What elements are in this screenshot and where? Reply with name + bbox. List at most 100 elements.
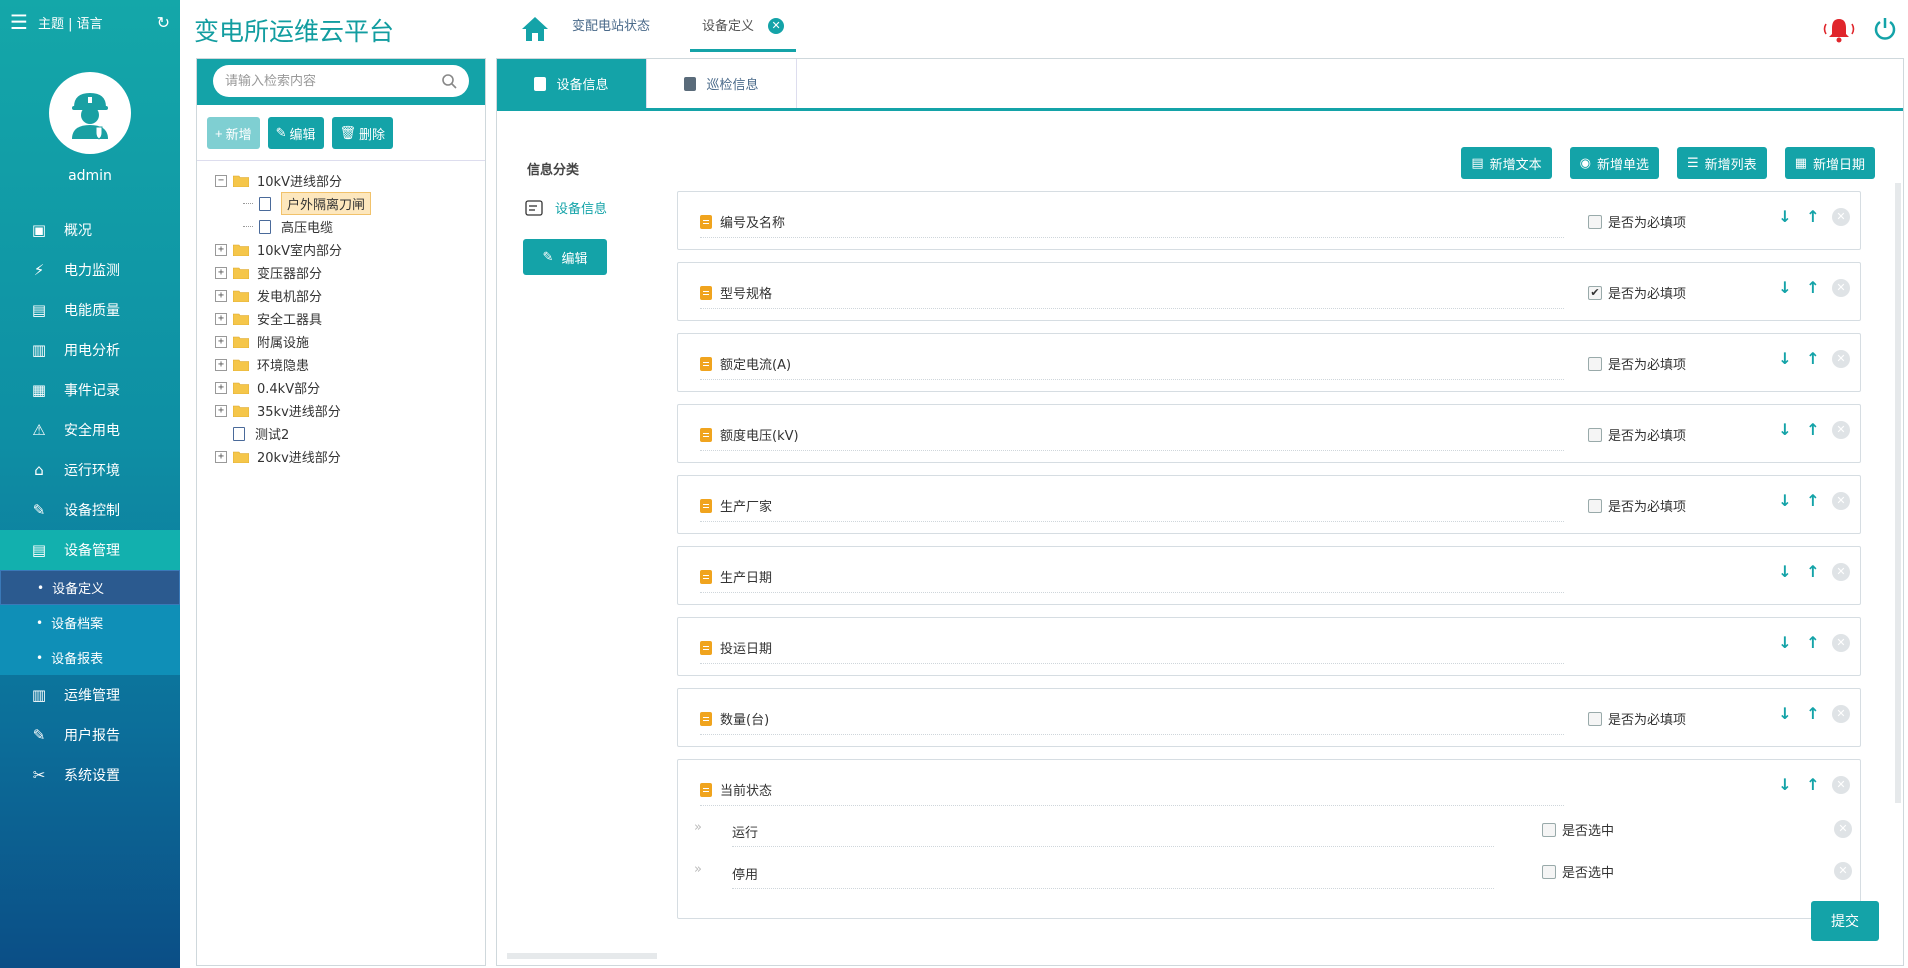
submit-button[interactable]: 提交 — [1811, 901, 1879, 941]
tree-node[interactable]: 户外隔离刀闸 — [215, 192, 485, 215]
required-checkbox-group[interactable]: 是否为必填项 — [1587, 212, 1686, 231]
move-up-icon[interactable]: ↑ — [1804, 208, 1822, 226]
expand-icon[interactable]: + — [215, 312, 227, 325]
remove-field-icon[interactable]: ✕ — [1832, 208, 1850, 226]
add-node-button[interactable]: + 新增 — [207, 117, 260, 149]
remove-field-icon[interactable]: ✕ — [1832, 492, 1850, 510]
selected-checkbox[interactable] — [1541, 864, 1556, 879]
remove-field-icon[interactable]: ✕ — [1832, 350, 1850, 368]
remove-field-icon[interactable]: ✕ — [1832, 634, 1850, 652]
collapse-icon[interactable]: − — [215, 174, 227, 187]
power-icon[interactable] — [1872, 16, 1898, 42]
edit-node-button[interactable]: ✎ 编辑 — [267, 117, 324, 149]
theme-language-switch[interactable]: 主题 | 语言 — [38, 13, 157, 32]
move-up-icon[interactable]: ↑ — [1804, 350, 1822, 368]
tree-node[interactable]: + 附属设施 — [215, 330, 485, 353]
edit-category-button[interactable]: ✎ 编辑 — [523, 239, 607, 275]
avatar[interactable] — [49, 72, 131, 154]
search-icon[interactable] — [441, 73, 457, 89]
sidebar-item-device-management[interactable]: ▤ 设备管理 — [0, 530, 180, 570]
add-text-button[interactable]: ▤ 新增文本 — [1461, 147, 1552, 179]
move-up-icon[interactable]: ↑ — [1804, 421, 1822, 439]
move-down-icon[interactable]: ↓ — [1776, 350, 1794, 368]
drag-handle-icon[interactable]: » — [694, 820, 702, 835]
sidebar-item-environment[interactable]: ⌂ 运行环境 — [0, 450, 180, 490]
expand-icon[interactable]: + — [215, 335, 227, 348]
required-checkbox[interactable]: ✔ — [1587, 285, 1602, 300]
sidebar-item-event-records[interactable]: ▦ 事件记录 — [0, 370, 180, 410]
expand-icon[interactable]: + — [215, 381, 227, 394]
move-down-icon[interactable]: ↓ — [1776, 492, 1794, 510]
tree-node[interactable]: + 环境隐患 — [215, 353, 485, 376]
move-down-icon[interactable]: ↓ — [1776, 634, 1794, 652]
drag-handle-icon[interactable]: » — [694, 862, 702, 877]
move-up-icon[interactable]: ↑ — [1804, 492, 1822, 510]
sidebar-subitem-device-definition[interactable]: 设备定义 — [0, 570, 180, 605]
close-tab-icon[interactable]: ✕ — [768, 18, 785, 34]
sidebar-item-ops-management[interactable]: ▥ 运维管理 — [0, 675, 180, 715]
move-up-icon[interactable]: ↑ — [1804, 563, 1822, 581]
move-up-icon[interactable]: ↑ — [1804, 634, 1822, 652]
tab-station-status[interactable]: 变配电站状态 — [572, 14, 650, 52]
hamburger-menu-icon[interactable]: ☰ — [10, 12, 28, 32]
add-list-button[interactable]: ☰ 新增列表 — [1677, 147, 1767, 179]
required-checkbox-group[interactable]: 是否为必填项 — [1587, 354, 1686, 373]
move-down-icon[interactable]: ↓ — [1776, 279, 1794, 297]
tree-node[interactable]: + 变压器部分 — [215, 261, 485, 284]
move-down-icon[interactable]: ↓ — [1776, 705, 1794, 723]
vertical-scrollbar[interactable] — [1895, 183, 1901, 803]
remove-field-icon[interactable]: ✕ — [1832, 279, 1850, 297]
required-checkbox[interactable] — [1587, 711, 1602, 726]
tree-node[interactable]: 测试2 — [215, 422, 485, 445]
bell-icon[interactable] — [1822, 16, 1856, 44]
remove-option-icon[interactable]: ✕ — [1834, 862, 1852, 880]
remove-field-icon[interactable]: ✕ — [1832, 776, 1850, 794]
required-checkbox-group[interactable]: ✔ 是否为必填项 — [1587, 283, 1686, 302]
required-checkbox[interactable] — [1587, 214, 1602, 229]
search-input[interactable] — [225, 73, 441, 89]
move-up-icon[interactable]: ↑ — [1804, 776, 1822, 794]
expand-icon[interactable]: + — [215, 404, 227, 417]
sidebar-item-power-monitor[interactable]: ⚡ 电力监测 — [0, 250, 180, 290]
required-checkbox[interactable] — [1587, 356, 1602, 371]
sidebar-subitem-device-archive[interactable]: 设备档案 — [0, 605, 180, 640]
tree-node[interactable]: +10kV室内部分 — [215, 238, 485, 261]
delete-node-button[interactable]: 🗑 删除 — [331, 117, 394, 149]
tab-device-info[interactable]: 设备信息 — [497, 59, 647, 108]
expand-icon[interactable]: + — [215, 266, 227, 279]
sidebar-item-system-settings[interactable]: ✂ 系统设置 — [0, 755, 180, 795]
tree-node[interactable]: +20kv进线部分 — [215, 445, 485, 468]
remove-option-icon[interactable]: ✕ — [1834, 820, 1852, 838]
sidebar-item-safety[interactable]: ⚠ 安全用电 — [0, 410, 180, 450]
selected-checkbox-group[interactable]: 是否选中 — [1541, 820, 1614, 839]
sidebar-item-device-control[interactable]: ✎ 设备控制 — [0, 490, 180, 530]
tree-node[interactable]: − 10kV进线部分 — [215, 169, 485, 192]
category-item-device-info[interactable]: 设备信息 — [525, 198, 607, 217]
expand-icon[interactable]: + — [215, 243, 227, 256]
remove-field-icon[interactable]: ✕ — [1832, 705, 1850, 723]
tree-node[interactable]: + 发电机部分 — [215, 284, 485, 307]
add-date-button[interactable]: ▦ 新增日期 — [1784, 147, 1875, 179]
selected-checkbox-group[interactable]: 是否选中 — [1541, 862, 1614, 881]
horizontal-scrollbar[interactable] — [507, 953, 657, 959]
move-up-icon[interactable]: ↑ — [1804, 279, 1822, 297]
sidebar-item-overview[interactable]: ▣ 概况 — [0, 210, 180, 250]
remove-field-icon[interactable]: ✕ — [1832, 421, 1850, 439]
move-down-icon[interactable]: ↓ — [1776, 776, 1794, 794]
home-icon[interactable] — [520, 14, 550, 44]
required-checkbox[interactable] — [1587, 498, 1602, 513]
required-checkbox-group[interactable]: 是否为必填项 — [1587, 709, 1686, 728]
move-down-icon[interactable]: ↓ — [1776, 208, 1794, 226]
required-checkbox-group[interactable]: 是否为必填项 — [1587, 425, 1686, 444]
expand-icon[interactable]: + — [215, 289, 227, 302]
refresh-icon[interactable]: ↻ — [157, 13, 170, 32]
move-down-icon[interactable]: ↓ — [1776, 563, 1794, 581]
add-radio-button[interactable]: ◉ 新增单选 — [1569, 147, 1660, 179]
expand-icon[interactable]: + — [215, 450, 227, 463]
remove-field-icon[interactable]: ✕ — [1832, 563, 1850, 581]
move-up-icon[interactable]: ↑ — [1804, 705, 1822, 723]
required-checkbox[interactable] — [1587, 427, 1602, 442]
sidebar-subitem-device-report[interactable]: 设备报表 — [0, 640, 180, 675]
expand-icon[interactable]: + — [215, 358, 227, 371]
selected-checkbox[interactable] — [1541, 822, 1556, 837]
